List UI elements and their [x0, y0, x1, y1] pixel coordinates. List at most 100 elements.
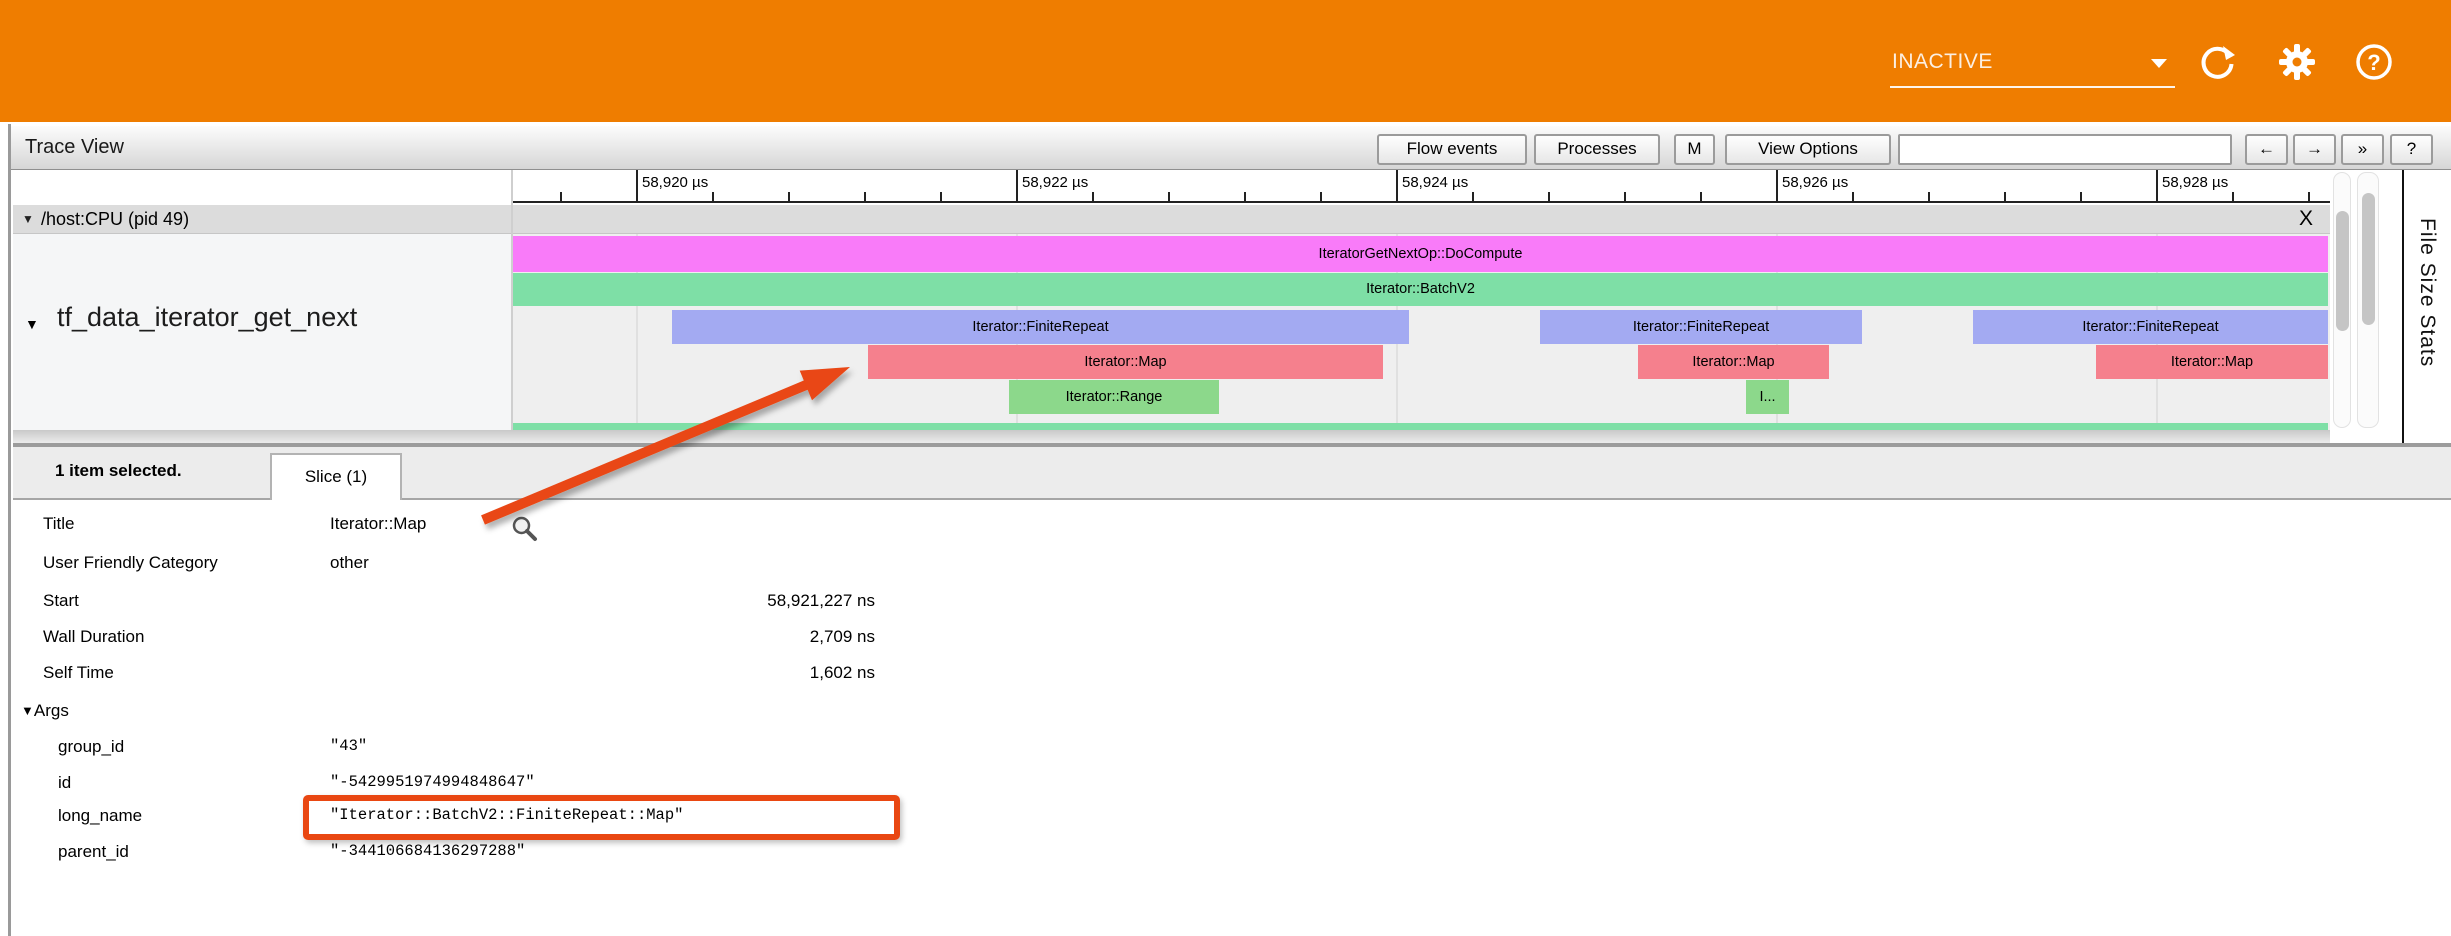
toolbar-button-flow-events[interactable]: Flow events	[1377, 134, 1527, 165]
run-status-dropdown[interactable]: INACTIVE	[1890, 38, 2175, 88]
args-section-toggle[interactable]: ▼Args	[21, 701, 69, 721]
run-status-label: INACTIVE	[1890, 38, 2175, 86]
ruler-minor-tick	[940, 192, 942, 201]
scrollbar-thumb[interactable]	[2362, 193, 2375, 325]
ruler-minor-tick	[1092, 192, 1094, 201]
arg-value: "-344106684136297288"	[330, 842, 525, 860]
trace-slice[interactable]: Iterator::Range	[1009, 380, 1219, 414]
svg-text:?: ?	[2367, 50, 2380, 75]
detail-field-label: Self Time	[43, 663, 114, 683]
ruler-minor-tick	[2004, 192, 2006, 201]
toolbar-nav-button-3[interactable]: ?	[2390, 134, 2433, 165]
trace-slice[interactable]: Iterator::FiniteRepeat	[1540, 310, 1862, 344]
process-track-header[interactable]: ▼ /host:CPU (pid 49) X	[13, 205, 2330, 234]
ruler-minor-tick	[2308, 192, 2310, 201]
detail-field-label: Wall Duration	[43, 627, 144, 647]
detail-field-value: 58,921,227 ns	[330, 591, 875, 611]
arg-value: "Iterator::BatchV2::FiniteRepeat::Map"	[330, 806, 683, 824]
ruler-minor-tick	[560, 192, 562, 201]
toolbar-nav-button-0[interactable]: ←	[2245, 134, 2288, 165]
detail-field-label: Start	[43, 591, 79, 611]
window-left-border	[8, 124, 11, 936]
trace-slice[interactable]: Iterator::BatchV2	[513, 273, 2328, 306]
vertical-scrollbar-outer[interactable]	[2357, 172, 2379, 428]
detail-field-label: Title	[43, 514, 75, 534]
trace-slice[interactable]	[513, 423, 2328, 430]
file-size-stats-rail[interactable]: File Size Stats	[2402, 170, 2451, 443]
toolbar-button-m[interactable]: M	[1674, 134, 1715, 165]
ruler-minor-tick	[1244, 192, 1246, 201]
detail-field-label: User Friendly Category	[43, 553, 218, 573]
ruler-tick-label: 58,920 µs	[642, 174, 708, 191]
process-track-label: /host:CPU (pid 49)	[41, 209, 189, 230]
trace-slice[interactable]: Iterator::Map	[868, 345, 1383, 379]
page-title: Trace View	[25, 136, 124, 159]
ruler-major-tick	[1776, 170, 1778, 201]
ruler-major-tick	[636, 170, 638, 201]
refresh-icon[interactable]	[2198, 42, 2238, 82]
trace-slice[interactable]: Iterator::FiniteRepeat	[1973, 310, 2328, 344]
ruler-minor-tick	[2080, 192, 2082, 201]
toolbar-button-view-options[interactable]: View Options	[1725, 134, 1891, 165]
ruler-major-tick	[1396, 170, 1398, 201]
toolbar-nav-button-1[interactable]: →	[2293, 134, 2336, 165]
gear-icon[interactable]	[2277, 42, 2317, 82]
trace-slice[interactable]: Iterator::FiniteRepeat	[672, 310, 1409, 344]
ruler-major-tick	[1016, 170, 1018, 201]
timeline-viewport[interactable]: IteratorGetNextOp::DoComputeIterator::Ba…	[513, 234, 2330, 430]
arg-value: "-5429951974994848647"	[330, 773, 535, 791]
chevron-down-icon	[2151, 59, 2167, 68]
collapse-triangle-icon: ▼	[22, 212, 34, 226]
args-collapse-icon: ▼	[21, 703, 34, 718]
detail-field-value: 2,709 ns	[330, 627, 875, 647]
selection-status: 1 item selected.	[55, 461, 182, 481]
args-section-label: Args	[34, 701, 69, 720]
scrollbar-thumb[interactable]	[2336, 211, 2349, 331]
vertical-scrollbar[interactable]	[2333, 172, 2351, 428]
file-size-stats-label: File Size Stats	[2415, 218, 2439, 367]
detail-field-value: other	[330, 553, 369, 573]
collapse-triangle-icon: ▼	[25, 316, 39, 332]
ruler-tick-label: 58,922 µs	[1022, 174, 1088, 191]
close-track-button[interactable]: X	[2295, 207, 2317, 231]
thread-track-label: tf_data_iterator_get_next	[57, 302, 357, 333]
help-icon[interactable]: ?	[2354, 42, 2394, 82]
arg-value: "43"	[330, 737, 367, 755]
detail-field-value: Iterator::Map	[330, 514, 426, 534]
trace-slice[interactable]: Iterator::Map	[2096, 345, 2328, 379]
ruler-minor-tick	[712, 192, 714, 201]
ruler-tick-label: 58,926 µs	[1782, 174, 1848, 191]
detail-field-value: 1,602 ns	[330, 663, 875, 683]
ruler-minor-tick	[1928, 192, 1930, 201]
trace-slice[interactable]: I...	[1746, 380, 1789, 414]
trace-toolbar: Trace View Flow eventsProcesses M View Opt…	[11, 126, 2451, 170]
ruler-minor-tick	[864, 192, 866, 201]
toolbar-nav-button-2[interactable]: »	[2341, 134, 2384, 165]
ruler-minor-tick	[1472, 192, 1474, 201]
ruler-minor-tick	[1700, 192, 1702, 201]
tab-slice[interactable]: Slice (1)	[270, 453, 402, 500]
slice-details-panel: 1 item selected. Slice (1) ▼Args Title It…	[13, 443, 2451, 936]
trace-slice[interactable]: Iterator::Map	[1638, 345, 1829, 379]
ruler-tick-label: 58,924 µs	[1402, 174, 1468, 191]
arg-key: long_name	[58, 806, 142, 826]
ruler-minor-tick	[1624, 192, 1626, 201]
ruler-major-tick	[2156, 170, 2158, 201]
trace-slice[interactable]: IteratorGetNextOp::DoCompute	[513, 236, 2328, 272]
toolbar-button-processes[interactable]: Processes	[1534, 134, 1660, 165]
toolbar-search-input[interactable]	[1898, 134, 2232, 165]
time-ruler: 58,920 µs 58,922 µs 58,924 µs 58,926 µs 58,9…	[513, 170, 2330, 203]
thread-track-header[interactable]: ▼ tf_data_iterator_get_next	[13, 234, 511, 430]
arg-key: id	[58, 773, 71, 793]
ruler-minor-tick	[1168, 192, 1170, 201]
arg-key: group_id	[58, 737, 124, 757]
ruler-minor-tick	[1852, 192, 1854, 201]
ruler-minor-tick	[788, 192, 790, 201]
magnifier-icon[interactable]	[511, 515, 538, 542]
arg-key: parent_id	[58, 842, 129, 862]
horizontal-scrollbar[interactable]	[13, 430, 2330, 443]
ruler-minor-tick	[1320, 192, 1322, 201]
ruler-minor-tick	[1548, 192, 1550, 201]
ruler-tick-label: 58,928 µs	[2162, 174, 2228, 191]
app-header: INACTIVE ?	[0, 0, 2451, 122]
